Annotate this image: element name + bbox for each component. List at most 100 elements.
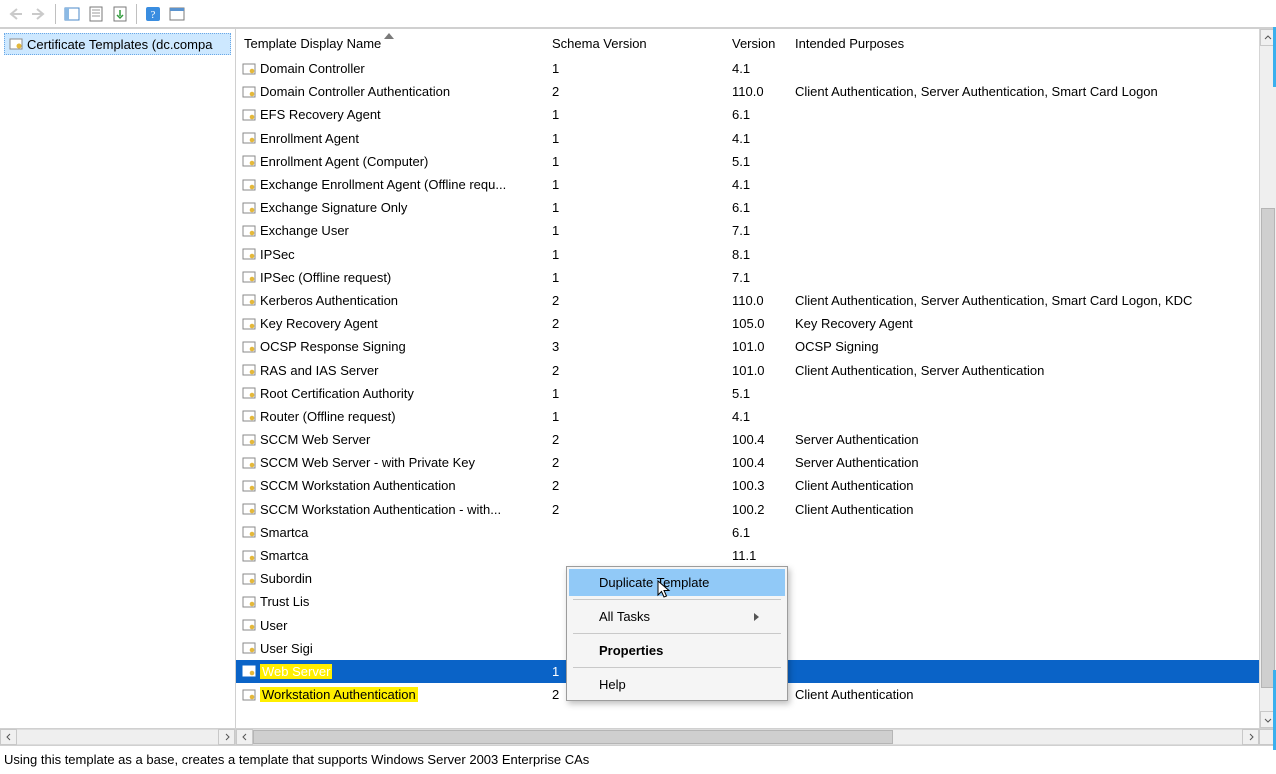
table-row[interactable]: Domain Controller14.1	[236, 57, 1259, 80]
row-purposes: Client Authentication	[787, 683, 1259, 706]
back-button[interactable]	[4, 3, 26, 25]
row-name: Workstation Authentication	[260, 687, 418, 702]
row-purposes: Server Authentication	[787, 451, 1259, 474]
certificate-template-icon	[242, 178, 256, 192]
context-menu-separator	[573, 633, 781, 634]
row-name: SCCM Workstation Authentication	[260, 478, 456, 493]
help-icon: ?	[145, 6, 161, 22]
tree-horizontal-scrollbar[interactable]	[0, 728, 235, 745]
column-header-schema[interactable]: Schema Version	[544, 29, 724, 57]
certificate-template-icon	[242, 525, 256, 539]
row-schema: 1	[544, 103, 724, 126]
row-schema	[544, 521, 724, 544]
row-version: 4.1	[724, 405, 787, 428]
row-purposes	[787, 382, 1259, 405]
scroll-right-button[interactable]	[218, 729, 235, 745]
table-row[interactable]: Enrollment Agent14.1	[236, 127, 1259, 150]
row-schema: 2	[544, 312, 724, 335]
chevron-left-icon	[5, 733, 13, 741]
scroll-left-button[interactable]	[236, 729, 253, 745]
table-row[interactable]: SCCM Workstation Authentication - with..…	[236, 498, 1259, 521]
table-row[interactable]: SCCM Workstation Authentication 2100.3Cli…	[236, 474, 1259, 497]
context-menu-help[interactable]: Help	[569, 671, 785, 698]
help-button[interactable]: ?	[142, 3, 164, 25]
properties-button[interactable]	[85, 3, 107, 25]
row-schema: 1	[544, 173, 724, 196]
row-schema: 1	[544, 243, 724, 266]
export-button[interactable]	[109, 3, 131, 25]
row-version: 100.2	[724, 498, 787, 521]
table-row[interactable]: Domain Controller Authentication2110.0Cl…	[236, 80, 1259, 103]
scroll-thumb[interactable]	[1261, 208, 1275, 688]
scroll-left-button[interactable]	[0, 729, 17, 745]
table-row[interactable]: SCCM Web Server - with Private Key2100.4…	[236, 451, 1259, 474]
row-purposes	[787, 150, 1259, 173]
table-row[interactable]: Exchange Enrollment Agent (Offline requ.…	[236, 173, 1259, 196]
table-row[interactable]: Smartca6.1	[236, 521, 1259, 544]
row-purposes: Client Authentication, Server Authentica…	[787, 80, 1259, 103]
scroll-right-button[interactable]	[1242, 729, 1259, 745]
forward-button[interactable]	[28, 3, 50, 25]
row-name: Web Server	[260, 664, 332, 679]
row-schema: 1	[544, 127, 724, 150]
column-header-version[interactable]: Version	[724, 29, 787, 57]
context-menu-label: Duplicate Template	[599, 575, 709, 590]
table-row[interactable]: Exchange User17.1	[236, 219, 1259, 242]
certificate-template-icon	[242, 340, 256, 354]
tree-node-certificate-templates[interactable]: Certificate Templates (dc.compa	[4, 33, 231, 55]
row-schema: 2	[544, 498, 724, 521]
column-header-purposes[interactable]: Intended Purposes	[787, 29, 1259, 57]
scroll-track[interactable]	[253, 729, 1242, 745]
row-version: 6.1	[724, 521, 787, 544]
row-purposes: Client Authentication	[787, 474, 1259, 497]
table-row[interactable]: IPSec18.1	[236, 243, 1259, 266]
table-row[interactable]: OCSP Response Signing3101.0OCSP Signing	[236, 335, 1259, 358]
row-purposes	[787, 173, 1259, 196]
row-name: Kerberos Authentication	[260, 293, 398, 308]
context-menu-duplicate-template[interactable]: Duplicate Template	[569, 569, 785, 596]
vertical-scrollbar[interactable]	[1259, 29, 1276, 728]
arrow-right-icon	[31, 7, 47, 21]
table-row[interactable]: Enrollment Agent (Computer)15.1	[236, 150, 1259, 173]
row-schema: 1	[544, 57, 724, 80]
table-row[interactable]: Smartca11.1	[236, 544, 1259, 567]
context-menu-separator	[573, 599, 781, 600]
certificate-template-icon	[242, 502, 256, 516]
column-name-label: Template Display Name	[244, 36, 381, 51]
row-version: 101.0	[724, 358, 787, 381]
chevron-down-icon	[1264, 716, 1272, 724]
table-row[interactable]: Kerberos Authentication2110.0Client Auth…	[236, 289, 1259, 312]
table-row[interactable]: RAS and IAS Server2101.0Client Authentic…	[236, 358, 1259, 381]
table-row[interactable]: Root Certification Authority15.1	[236, 382, 1259, 405]
certificate-template-icon	[242, 108, 256, 122]
scroll-track[interactable]	[1260, 46, 1276, 711]
scroll-thumb[interactable]	[253, 730, 893, 744]
row-version: 110.0	[724, 289, 787, 312]
table-row[interactable]: Key Recovery Agent2105.0Key Recovery Age…	[236, 312, 1259, 335]
window-button[interactable]	[166, 3, 188, 25]
list-horizontal-scrollbar[interactable]	[236, 728, 1276, 745]
table-row[interactable]: EFS Recovery Agent16.1	[236, 103, 1259, 126]
show-hide-tree-button[interactable]	[61, 3, 83, 25]
row-version: 100.3	[724, 474, 787, 497]
row-schema: 2	[544, 474, 724, 497]
table-row[interactable]: Exchange Signature Only16.1	[236, 196, 1259, 219]
tree-scroll-track[interactable]	[17, 729, 218, 745]
status-bar: Using this template as a base, creates a…	[0, 745, 1276, 774]
row-schema: 2	[544, 451, 724, 474]
row-schema: 1	[544, 219, 724, 242]
row-schema: 2	[544, 80, 724, 103]
table-row[interactable]: IPSec (Offline request)17.1	[236, 266, 1259, 289]
row-purposes	[787, 614, 1259, 637]
row-name: Exchange Signature Only	[260, 200, 407, 215]
table-row[interactable]: Router (Offline request)14.1	[236, 405, 1259, 428]
chevron-left-icon	[241, 733, 249, 741]
row-version: 100.4	[724, 451, 787, 474]
row-name: Trust Lis	[260, 594, 309, 609]
row-name: Domain Controller	[260, 61, 365, 76]
context-menu-properties[interactable]: Properties	[569, 637, 785, 664]
table-row[interactable]: SCCM Web Server2100.4Server Authenticati…	[236, 428, 1259, 451]
context-menu-all-tasks[interactable]: All Tasks	[569, 603, 785, 630]
certificate-template-icon	[242, 85, 256, 99]
tree-node-label: Certificate Templates (dc.compa	[27, 37, 212, 52]
